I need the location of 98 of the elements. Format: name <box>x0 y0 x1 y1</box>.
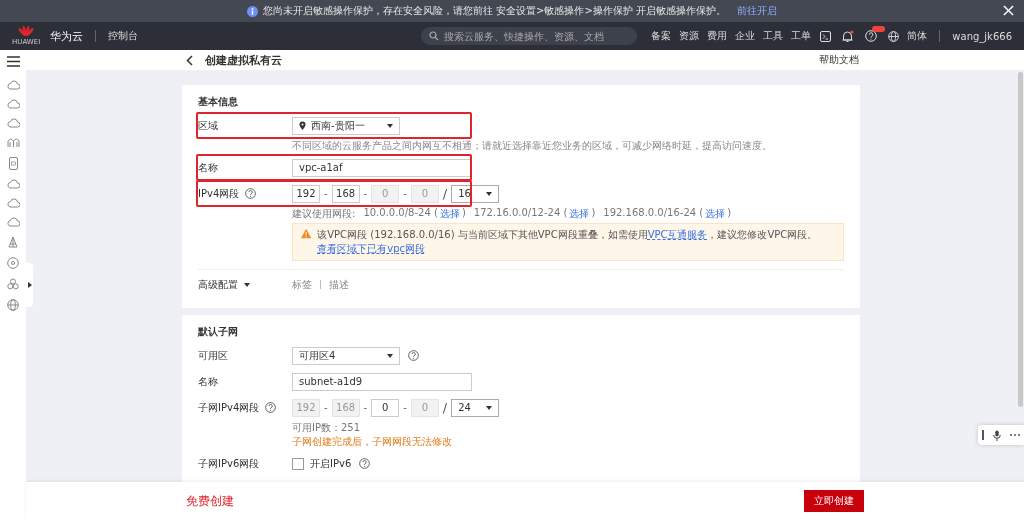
slash-text: / <box>442 400 448 415</box>
nav-link[interactable]: 费用 <box>707 29 728 43</box>
ip-octet-input[interactable]: 168 <box>331 184 360 203</box>
cloud-icon[interactable] <box>6 99 20 109</box>
field-label: 子网IPv6网段 <box>198 456 260 471</box>
cloud-icon[interactable] <box>6 198 20 208</box>
suggested-range: 192.168.0.0/16-24 ( <box>603 207 704 220</box>
new-badge-icon <box>872 26 886 32</box>
field-label: 子网IPv4网段 <box>198 400 260 415</box>
select-field[interactable]: 可用区4 <box>292 346 400 365</box>
ip-count-text: 可用IP数：251 <box>292 421 362 435</box>
select-link[interactable]: 选择 <box>439 207 460 221</box>
terminal-icon[interactable] <box>820 30 832 42</box>
back-icon[interactable] <box>186 54 193 66</box>
field-label: 区域 <box>198 118 218 133</box>
nav-link[interactable]: 工具 <box>763 29 784 43</box>
bridge-icon[interactable] <box>6 137 20 148</box>
paren-text: ) <box>461 207 466 220</box>
field-label: 名称 <box>198 374 218 389</box>
warning-link[interactable]: 查看区域下已有vpc网段 <box>317 243 425 254</box>
separator-text: - <box>324 188 328 199</box>
field-label: 名称 <box>198 160 218 175</box>
nav-link[interactable]: 资源 <box>679 29 700 43</box>
suggestion-label: 建议使用网段: <box>292 207 356 221</box>
select-link[interactable]: 选择 <box>569 207 590 221</box>
hint-text: 不同区域的云服务产品之间内网互不相通；请就近选择靠近您业务的区域，可减少网络时延，提高访问速度。 <box>292 139 773 153</box>
checkbox[interactable] <box>292 457 304 470</box>
name-input[interactable]: vpc-a1af <box>292 158 472 177</box>
create-button[interactable]: 立即创建 <box>804 490 864 512</box>
nav-link[interactable]: 备案 <box>651 29 672 43</box>
circle-icon[interactable] <box>7 257 19 269</box>
help-docs-link[interactable]: 帮助文档 <box>819 53 859 67</box>
caret-icon <box>387 123 393 128</box>
cloud-icon[interactable] <box>6 80 20 90</box>
nav-link[interactable]: 工单 <box>791 29 812 43</box>
cloud-icon[interactable] <box>6 118 20 128</box>
advanced-settings-toggle[interactable]: 高级配置 <box>198 277 238 292</box>
user-name[interactable]: wang_jk666 <box>952 30 1012 42</box>
field-label: 可用区 <box>198 348 228 363</box>
sidebar-toggle[interactable] <box>26 263 33 307</box>
help-icon[interactable] <box>408 350 419 361</box>
device-icon[interactable] <box>8 157 18 170</box>
warning-link[interactable]: VPC互通服务 <box>647 229 708 240</box>
separator-text: - <box>403 402 407 413</box>
mask-select[interactable]: 16 <box>451 184 500 203</box>
caret-icon <box>387 353 393 358</box>
help-icon[interactable] <box>359 458 371 469</box>
warning-note: 子网创建完成后，子网网段无法修改 <box>292 435 453 449</box>
ip-octet-input[interactable]: 192 <box>292 184 320 203</box>
separator-text: - <box>324 402 328 413</box>
ip-octet-input[interactable]: 0 <box>371 398 400 417</box>
checkbox-label: 开启IPv6 <box>310 456 352 471</box>
antenna-icon[interactable] <box>7 236 19 248</box>
brand-name[interactable]: 华为云 <box>50 28 84 44</box>
close-icon[interactable] <box>1003 5 1014 16</box>
caret-icon <box>486 405 493 410</box>
separator-text: - <box>363 402 368 413</box>
suggested-range: 10.0.0.0/8-24 ( <box>363 207 438 220</box>
option-text: 描述 <box>329 277 349 292</box>
drag-handle-icon[interactable] <box>982 430 985 440</box>
help-icon[interactable] <box>265 402 277 413</box>
page-title: 创建虚拟私有云 <box>205 52 282 68</box>
bell-icon[interactable] <box>841 29 855 43</box>
select-field[interactable]: 西南-贵阳一 <box>292 116 400 135</box>
notice-text: 您尚未开启敏感操作保护，存在安全风险，请您前往 安全设置>敏感操作>操作保护 开启敏感操作保护。 <box>262 4 727 18</box>
scrollbar[interactable] <box>1018 72 1023 407</box>
nav-link[interactable]: 企业 <box>735 29 756 43</box>
suggested-range: 172.16.0.0/12-24 ( <box>473 207 568 220</box>
separator-text: - <box>363 188 368 199</box>
caret-icon <box>486 191 493 196</box>
help-icon[interactable] <box>245 188 257 199</box>
flower-logo-icon <box>17 26 36 38</box>
console-link[interactable]: 控制台 <box>108 29 139 43</box>
warning-text: 该VPC网段 (192.168.0.0/16) 与当前区域下其他VPC网段重叠，如需使用VPC互通服务，建议您修改VPC网段。 查看区域下已有vpc网段 <box>317 228 819 256</box>
promo-text: 免费创建 <box>186 492 234 510</box>
search-field[interactable]: 搜索云服务、快捷操作、资源、文档 <box>421 27 638 45</box>
microphone-icon[interactable] <box>993 429 1001 441</box>
menu-icon[interactable] <box>6 56 20 67</box>
caret-icon <box>244 282 250 287</box>
paren-text: ) <box>727 207 732 220</box>
search-icon <box>429 31 440 41</box>
field-label: IPv4网段 <box>198 186 240 201</box>
name-input[interactable]: subnet-a1d9 <box>292 372 472 391</box>
section-heading: 默认子网 <box>198 325 239 339</box>
cluster-icon[interactable] <box>7 278 19 290</box>
option-text: 标签 <box>292 277 312 292</box>
separator-text: - <box>403 188 407 199</box>
cloud-icon[interactable] <box>6 179 20 189</box>
notice-link[interactable]: 前往开启 <box>737 4 778 18</box>
cloud-icon[interactable] <box>6 217 20 227</box>
slash-text: / <box>442 186 448 201</box>
select-link[interactable]: 选择 <box>705 207 726 221</box>
info-icon <box>246 5 258 17</box>
paren-text: ) <box>591 207 596 220</box>
mask-select[interactable]: 24 <box>451 398 500 417</box>
warning-icon <box>301 228 312 239</box>
language-link[interactable]: 简体 <box>907 29 928 43</box>
section-heading: 基本信息 <box>198 95 239 109</box>
